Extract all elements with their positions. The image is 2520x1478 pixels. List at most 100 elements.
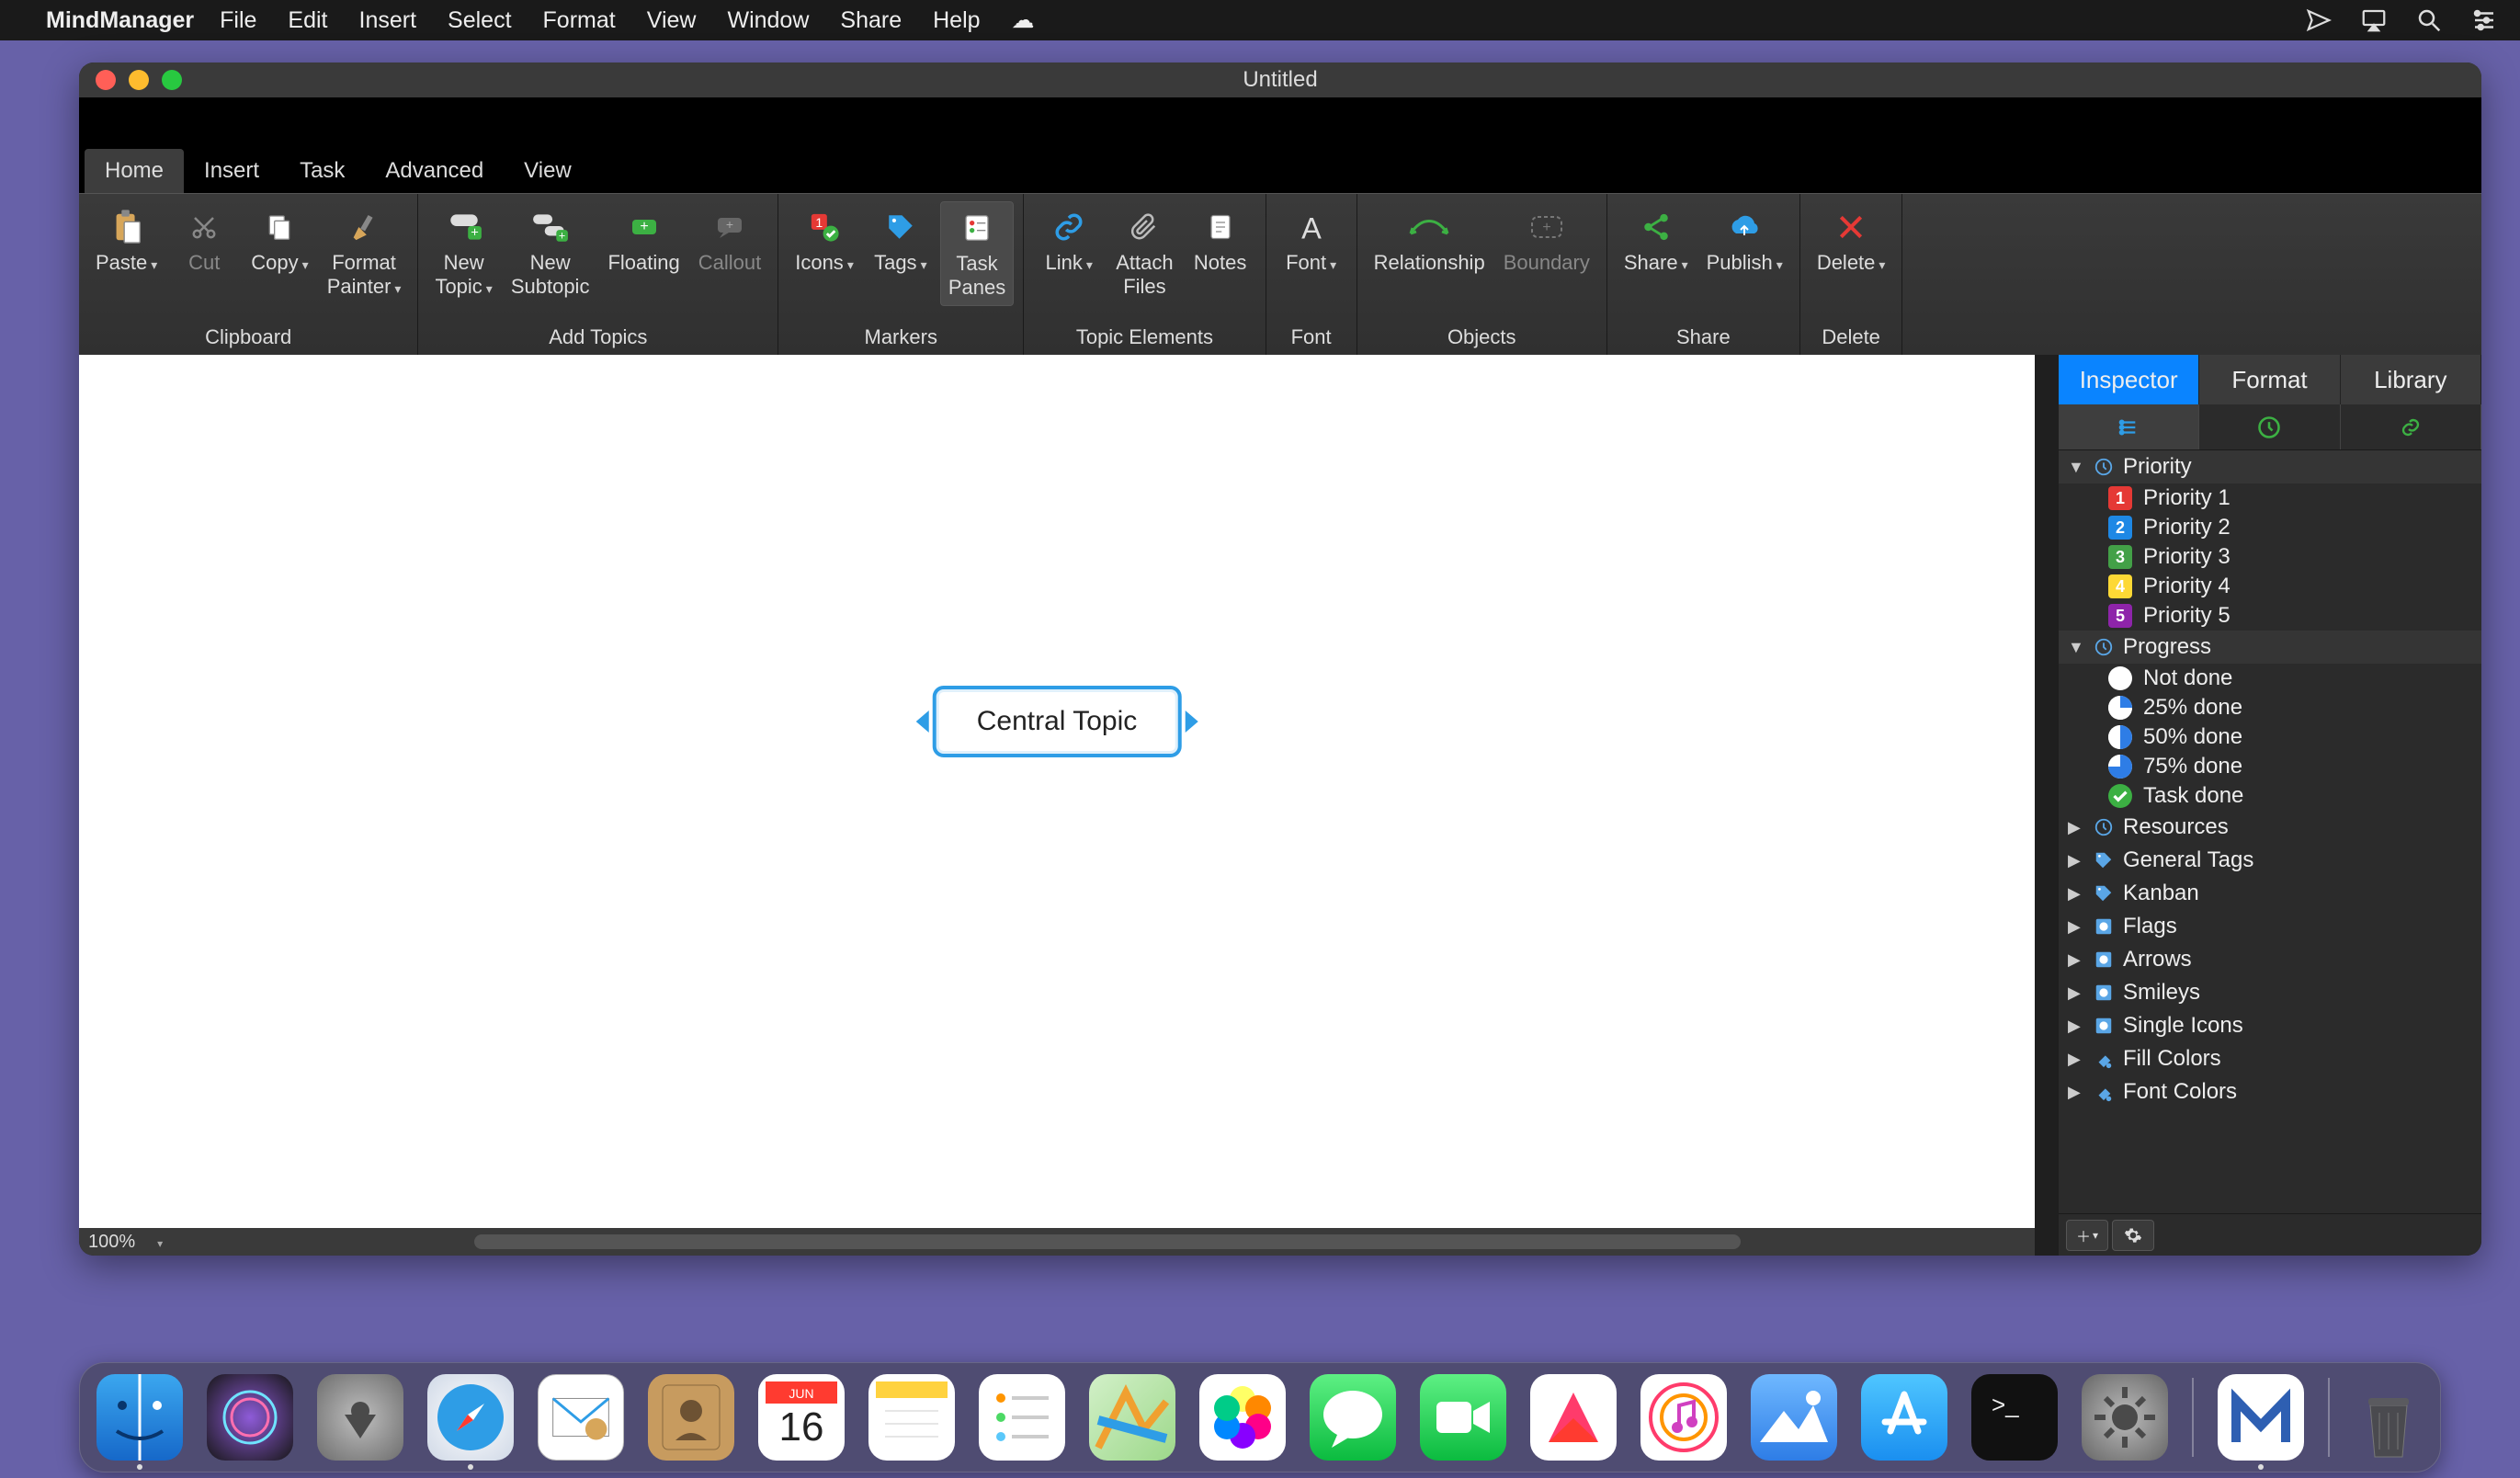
cut-button[interactable]: Cut (168, 201, 240, 280)
menu-insert[interactable]: Insert (359, 7, 417, 34)
statusbar-airplay-icon[interactable] (2360, 6, 2388, 34)
marker-group-resources[interactable]: ▶Resources (2059, 811, 2481, 844)
menu-share[interactable]: Share (840, 7, 902, 34)
dock-contacts[interactable] (648, 1374, 734, 1461)
close-window-button[interactable] (96, 70, 116, 90)
dock-landscape[interactable] (1751, 1374, 1837, 1461)
side-tab-library[interactable]: Library (2341, 355, 2481, 404)
new-subtopic-button[interactable]: + New Subtopic (504, 201, 597, 304)
dock-appstore[interactable] (1861, 1374, 1947, 1461)
menu-format[interactable]: Format (543, 7, 616, 34)
side-tab-inspector[interactable]: Inspector (2059, 355, 2199, 404)
marker-group-priority[interactable]: ▼ Priority (2059, 450, 2481, 483)
marker-item-progress-3[interactable]: 75% done (2059, 752, 2481, 781)
menu-select[interactable]: Select (448, 7, 511, 34)
marker-item-progress-0[interactable]: Not done (2059, 664, 2481, 693)
ribbon-tab-home[interactable]: Home (85, 149, 184, 193)
marker-group-kanban[interactable]: ▶Kanban (2059, 877, 2481, 910)
dock-launchpad[interactable] (317, 1374, 403, 1461)
add-marker-button[interactable]: ＋▾ (2066, 1220, 2108, 1251)
font-button[interactable]: A Font (1276, 201, 1347, 282)
menu-view[interactable]: View (647, 7, 697, 34)
mindmap-canvas[interactable]: Central Topic (79, 355, 2035, 1228)
ribbon-tab-advanced[interactable]: Advanced (365, 149, 504, 193)
attach-files-button[interactable]: Attach Files (1108, 201, 1180, 304)
tags-button[interactable]: Tags (865, 201, 936, 282)
statusbar-control-center-icon[interactable] (2470, 6, 2498, 34)
dock-facetime[interactable] (1420, 1374, 1506, 1461)
marker-item-priority-2[interactable]: 2Priority 2 (2059, 513, 2481, 542)
dock-settings[interactable] (2082, 1374, 2168, 1461)
floating-button[interactable]: + Floating (600, 201, 687, 280)
marker-item-progress-2[interactable]: 50% done (2059, 722, 2481, 752)
menu-file[interactable]: File (220, 7, 256, 34)
callout-button[interactable]: + Callout (691, 201, 768, 280)
dock-trash[interactable] (2354, 1374, 2424, 1461)
marker-item-priority-1[interactable]: 1Priority 1 (2059, 483, 2481, 513)
marker-group-font-colors[interactable]: ▶Font Colors (2059, 1075, 2481, 1108)
copy-button[interactable]: Copy (244, 201, 315, 282)
dock-calendar[interactable]: JUN16 (758, 1374, 845, 1461)
publish-button[interactable]: Publish (1699, 201, 1790, 282)
ribbon-tab-view[interactable]: View (504, 149, 592, 193)
titlebar[interactable]: Untitled (79, 63, 2481, 97)
dock-music[interactable] (1640, 1374, 1727, 1461)
notes-button[interactable]: Notes (1185, 201, 1256, 280)
marker-item-progress-1[interactable]: 25% done (2059, 693, 2481, 722)
dock-news[interactable] (1530, 1374, 1617, 1461)
dock-mindmanager[interactable] (2218, 1374, 2304, 1461)
central-topic-label[interactable]: Central Topic (933, 686, 1182, 757)
dock-notes[interactable] (868, 1374, 955, 1461)
marker-settings-button[interactable] (2112, 1220, 2154, 1251)
statusbar-send-icon[interactable] (2305, 6, 2333, 34)
share-button[interactable]: Share (1617, 201, 1696, 282)
zoom-select[interactable]: 100% (88, 1232, 163, 1253)
minimize-window-button[interactable] (129, 70, 149, 90)
menu-edit[interactable]: Edit (288, 7, 327, 34)
menu-window[interactable]: Window (727, 7, 809, 34)
marker-item-priority-3[interactable]: 3Priority 3 (2059, 542, 2481, 572)
statusbar-search-icon[interactable] (2415, 6, 2443, 34)
relationship-button[interactable]: Relationship (1367, 201, 1493, 280)
marker-group-single-icons[interactable]: ▶Single Icons (2059, 1009, 2481, 1042)
subtab-link[interactable] (2341, 404, 2481, 449)
format-painter-button[interactable]: Format Painter (320, 201, 409, 306)
marker-group-arrows[interactable]: ▶Arrows (2059, 943, 2481, 976)
dock-reminders[interactable] (979, 1374, 1065, 1461)
icons-button[interactable]: 1 Icons (788, 201, 861, 282)
marker-item-progress-4[interactable]: Task done (2059, 781, 2481, 811)
topic-handle-right[interactable] (1185, 711, 1198, 733)
subtab-markers[interactable] (2059, 404, 2199, 449)
side-tab-format[interactable]: Format (2199, 355, 2340, 404)
dock-mail[interactable] (538, 1374, 624, 1461)
subtab-task[interactable] (2199, 404, 2340, 449)
horizontal-scrollbar[interactable] (474, 1234, 1741, 1249)
paste-button[interactable]: Paste (88, 201, 165, 282)
dock-safari[interactable] (427, 1374, 514, 1461)
menu-cloud-icon[interactable]: ☁ (1012, 6, 1035, 34)
dock-maps[interactable] (1089, 1374, 1175, 1461)
central-topic[interactable]: Central Topic (933, 686, 1182, 757)
marker-item-priority-5[interactable]: 5Priority 5 (2059, 601, 2481, 631)
link-button[interactable]: Link (1033, 201, 1105, 282)
new-topic-button[interactable]: + New Topic (427, 201, 499, 306)
task-panes-button[interactable]: Task Panes (940, 201, 1014, 306)
marker-group-fill-colors[interactable]: ▶Fill Colors (2059, 1042, 2481, 1075)
ribbon-tab-insert[interactable]: Insert (184, 149, 279, 193)
ribbon-tab-task[interactable]: Task (279, 149, 365, 193)
marker-item-priority-4[interactable]: 4Priority 4 (2059, 572, 2481, 601)
marker-group-smileys[interactable]: ▶Smileys (2059, 976, 2481, 1009)
dock-messages[interactable] (1310, 1374, 1396, 1461)
marker-group-general-tags[interactable]: ▶General Tags (2059, 844, 2481, 877)
app-name[interactable]: MindManager (46, 7, 194, 34)
dock-photos[interactable] (1199, 1374, 1286, 1461)
dock-siri[interactable] (207, 1374, 293, 1461)
dock-finder[interactable] (96, 1374, 183, 1461)
topic-handle-left[interactable] (916, 711, 929, 733)
boundary-button[interactable]: + Boundary (1496, 201, 1597, 280)
marker-group-progress[interactable]: ▼ Progress (2059, 631, 2481, 664)
marker-group-flags[interactable]: ▶Flags (2059, 910, 2481, 943)
delete-button[interactable]: Delete (1810, 201, 1893, 282)
menu-help[interactable]: Help (933, 7, 980, 34)
dock-terminal[interactable]: >_ (1971, 1374, 2058, 1461)
